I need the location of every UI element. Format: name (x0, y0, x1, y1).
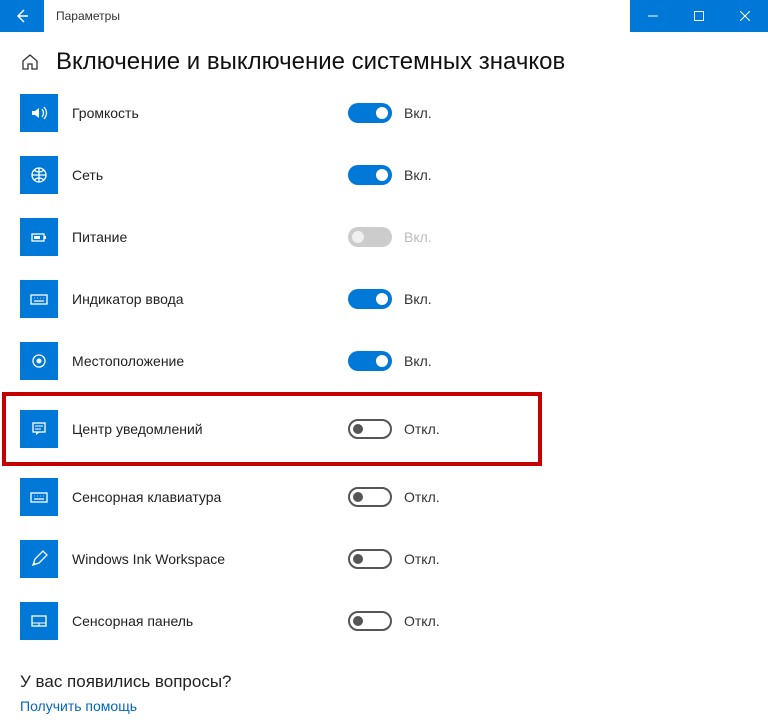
setting-row-location: Местоположение Вкл. (20, 330, 748, 392)
toggle-power (348, 227, 392, 247)
toggle-state-label: Откл. (404, 421, 440, 437)
toggle-wrap: Вкл. (348, 351, 432, 371)
setting-label: Сенсорная клавиатура (58, 489, 348, 505)
setting-row-ink: Windows Ink Workspace Откл. (20, 528, 748, 590)
setting-label: Громкость (58, 105, 348, 121)
setting-row-action: Центр уведомлений Откл. (2, 392, 542, 466)
arrow-left-icon (14, 8, 30, 24)
toggle-wrap: Вкл. (348, 103, 432, 123)
back-button[interactable] (0, 0, 44, 32)
toggle-wrap: Откл. (348, 487, 440, 507)
location-icon (20, 342, 58, 380)
pen-icon (20, 540, 58, 578)
setting-label: Питание (58, 229, 348, 245)
toggle-touchkb[interactable] (348, 487, 392, 507)
setting-label: Сенсорная панель (58, 613, 348, 629)
toggle-location[interactable] (348, 351, 392, 371)
content-area: Включение и выключение системных значков… (0, 32, 768, 724)
setting-row-network: Сеть Вкл. (20, 144, 748, 206)
toggle-network[interactable] (348, 165, 392, 185)
toggle-state-label: Вкл. (404, 167, 432, 183)
battery-icon (20, 218, 58, 256)
toggle-ink[interactable] (348, 549, 392, 569)
close-icon (740, 11, 750, 21)
settings-list: ГромкостьВкл.СетьВкл.ПитаниеВкл.Индикато… (20, 82, 748, 652)
setting-row-power: Питание Вкл. (20, 206, 748, 268)
toggle-state-label: Вкл. (404, 291, 432, 307)
toggle-wrap: Вкл. (348, 165, 432, 185)
maximize-button[interactable] (676, 0, 722, 32)
setting-row-input: Индикатор ввода Вкл. (20, 268, 748, 330)
toggle-state-label: Вкл. (404, 229, 432, 245)
toggle-touchpad[interactable] (348, 611, 392, 631)
minimize-icon (648, 11, 658, 21)
titlebar: Параметры (0, 0, 768, 32)
close-button[interactable] (722, 0, 768, 32)
keyboard-icon (20, 280, 58, 318)
globe-icon (20, 156, 58, 194)
setting-label: Местоположение (58, 353, 348, 369)
page-title: Включение и выключение системных значков (56, 48, 565, 76)
action-icon (20, 410, 58, 448)
toggle-wrap: Откл. (348, 611, 440, 631)
header-row: Включение и выключение системных значков (20, 48, 748, 76)
volume-icon (20, 94, 58, 132)
footer: У вас появились вопросы? Получить помощь (20, 672, 748, 714)
help-link[interactable]: Получить помощь (20, 698, 748, 714)
toggle-wrap: Откл. (348, 419, 440, 439)
window-controls (630, 0, 768, 32)
home-icon[interactable] (20, 52, 40, 72)
touchpad-icon (20, 602, 58, 640)
toggle-volume[interactable] (348, 103, 392, 123)
setting-label: Центр уведомлений (58, 421, 348, 437)
toggle-wrap: Вкл. (348, 227, 432, 247)
toggle-wrap: Откл. (348, 549, 440, 569)
maximize-icon (694, 11, 704, 21)
toggle-state-label: Вкл. (404, 353, 432, 369)
keyboard-icon (20, 478, 58, 516)
toggle-state-label: Откл. (404, 489, 440, 505)
toggle-wrap: Вкл. (348, 289, 432, 309)
setting-label: Индикатор ввода (58, 291, 348, 307)
setting-label: Windows Ink Workspace (58, 551, 348, 567)
setting-label: Сеть (58, 167, 348, 183)
toggle-state-label: Вкл. (404, 105, 432, 121)
minimize-button[interactable] (630, 0, 676, 32)
toggle-state-label: Откл. (404, 613, 440, 629)
setting-row-touchpad: Сенсорная панель Откл. (20, 590, 748, 652)
setting-row-volume: Громкость Вкл. (20, 82, 748, 144)
setting-row-touchkb: Сенсорная клавиатура Откл. (20, 466, 748, 528)
window-title: Параметры (44, 0, 630, 32)
footer-question: У вас появились вопросы? (20, 672, 748, 692)
toggle-input[interactable] (348, 289, 392, 309)
toggle-state-label: Откл. (404, 551, 440, 567)
toggle-action[interactable] (348, 419, 392, 439)
